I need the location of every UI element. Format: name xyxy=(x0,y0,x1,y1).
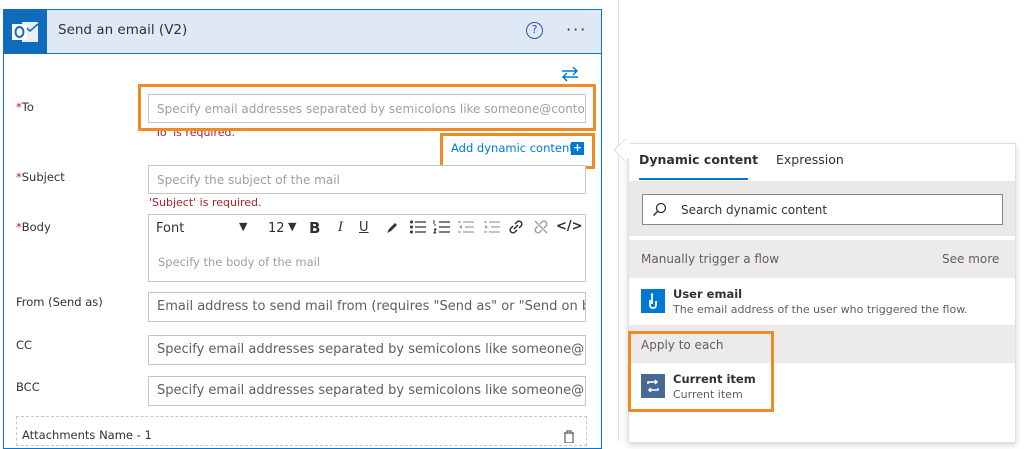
more-options-icon[interactable]: ··· xyxy=(566,20,587,39)
bcc-input[interactable]: Specify email addresses separated by sem… xyxy=(148,376,586,406)
font-select[interactable]: Font xyxy=(156,221,184,236)
to-input[interactable]: Specify email addresses separated by sem… xyxy=(148,94,586,123)
search-placeholder: Search dynamic content xyxy=(681,203,828,217)
increase-indent-icon[interactable] xyxy=(483,219,501,239)
swap-arrows-icon[interactable] xyxy=(560,66,580,82)
attachments-name-label: Attachments Name - 1 xyxy=(22,428,152,442)
help-icon[interactable]: ? xyxy=(526,22,543,39)
font-dropdown-icon[interactable]: ▼ xyxy=(239,220,247,233)
size-dropdown-icon[interactable]: ▼ xyxy=(288,220,296,233)
subject-label: *Subject xyxy=(16,170,65,184)
decrease-indent-icon[interactable] xyxy=(457,219,475,239)
numbered-list-icon[interactable] xyxy=(433,219,451,239)
delete-attachment-icon[interactable] xyxy=(562,428,576,447)
subject-error: 'Subject' is required. xyxy=(149,196,262,209)
tab-dynamic-content[interactable]: Dynamic content xyxy=(639,152,758,167)
token-user-email-description: The email address of the user who trigge… xyxy=(673,303,968,316)
code-view-button[interactable]: </> xyxy=(556,219,583,234)
bullet-list-icon[interactable] xyxy=(409,219,427,239)
underline-button[interactable]: U xyxy=(359,220,369,235)
italic-button[interactable]: I xyxy=(338,220,343,235)
panel-divider xyxy=(618,0,619,441)
highlight-pen-icon[interactable] xyxy=(385,220,399,239)
cc-input[interactable]: Specify email addresses separated by sem… xyxy=(148,335,586,365)
section-manual-trigger-title: Manually trigger a flow xyxy=(641,252,780,266)
token-user-email-name: User email xyxy=(673,287,743,301)
see-more-link[interactable]: See more xyxy=(942,252,999,266)
tab-expression[interactable]: Expression xyxy=(776,152,844,167)
search-icon xyxy=(652,202,667,221)
add-dynamic-content-link[interactable]: Add dynamic content xyxy=(451,141,574,155)
active-tab-indicator xyxy=(639,178,748,180)
apply-to-each-highlight-box xyxy=(628,331,774,412)
link-icon[interactable] xyxy=(508,219,524,239)
body-placeholder: Specify the body of the mail xyxy=(158,255,321,269)
outlook-icon xyxy=(3,9,47,54)
unlink-icon[interactable] xyxy=(533,219,549,239)
card-title: Send an email (V2) xyxy=(58,22,188,38)
to-label: *To xyxy=(16,100,34,114)
manual-trigger-icon xyxy=(641,289,665,313)
cc-label: CC xyxy=(16,338,33,352)
bcc-label: BCC xyxy=(16,380,40,394)
size-select[interactable]: 12 xyxy=(268,221,285,236)
bold-button[interactable]: B xyxy=(309,219,320,237)
from-input[interactable]: Email address to send mail from (require… xyxy=(148,292,586,322)
subject-input[interactable]: Specify the subject of the mail xyxy=(148,165,586,194)
from-label: From (Send as) xyxy=(16,295,103,309)
add-dynamic-content-icon[interactable]: + xyxy=(571,142,584,155)
body-label: *Body xyxy=(16,220,51,234)
token-user-email[interactable] xyxy=(629,279,1015,323)
